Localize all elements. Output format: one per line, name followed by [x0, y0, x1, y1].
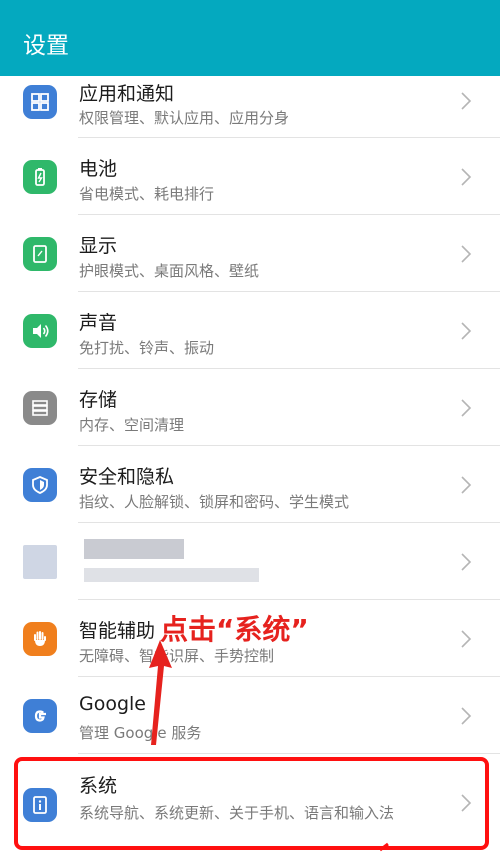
- item-title: 电池: [79, 158, 118, 180]
- page-title: 设置: [23, 33, 69, 59]
- chevron-right-icon: [458, 322, 474, 340]
- blurred-icon: [23, 545, 57, 579]
- highlight-stroke-mark: [379, 842, 389, 852]
- item-subtitle: 护眼模式、桌面风格、壁纸: [79, 262, 260, 280]
- blurred-title: [84, 539, 184, 559]
- battery-icon: [23, 160, 57, 194]
- chevron-right-icon: [458, 553, 474, 571]
- settings-item-storage[interactable]: 存储 内存、空间清理: [0, 369, 500, 446]
- item-title: 显示: [79, 235, 118, 257]
- settings-item-security[interactable]: 安全和隐私 指纹、人脸解锁、锁屏和密码、学生模式: [0, 446, 500, 523]
- settings-item-apps[interactable]: 应用和通知 权限管理、默认应用、应用分身: [0, 76, 500, 138]
- item-title: 智能辅助: [79, 620, 156, 642]
- apps-grid-icon: [23, 85, 57, 119]
- item-subtitle: 免打扰、铃声、振动: [79, 339, 215, 357]
- settings-list: 应用和通知 权限管理、默认应用、应用分身 电池 省电模式、耗电排行 显示 护眼模…: [0, 76, 500, 854]
- chevron-right-icon: [458, 399, 474, 417]
- item-title: 安全和隐私: [79, 466, 175, 488]
- annotation-label: 点击“系统”: [160, 613, 309, 646]
- settings-item-sound[interactable]: 声音 免打扰、铃声、振动: [0, 292, 500, 369]
- blurred-subtitle: [84, 568, 259, 582]
- settings-item-battery[interactable]: 电池 省电模式、耗电排行: [0, 138, 500, 215]
- chevron-right-icon: [458, 476, 474, 494]
- app-header: 设置: [0, 0, 500, 76]
- chevron-right-icon: [458, 630, 474, 648]
- item-title: 存储: [79, 389, 118, 411]
- annotation-arrow-icon: [149, 640, 172, 745]
- item-title: 声音: [79, 312, 118, 334]
- settings-item-blurred[interactable]: [0, 523, 500, 600]
- shield-icon: [23, 468, 57, 502]
- chevron-right-icon: [458, 92, 474, 110]
- chevron-right-icon: [458, 707, 474, 725]
- display-icon: [23, 237, 57, 271]
- item-title: Google: [79, 693, 147, 715]
- storage-icon: [23, 391, 57, 425]
- chevron-right-icon: [458, 245, 474, 263]
- item-subtitle: 省电模式、耗电排行: [79, 185, 215, 203]
- hand-icon: [23, 622, 57, 656]
- item-subtitle: 内存、空间清理: [79, 416, 185, 434]
- speaker-icon: [23, 314, 57, 348]
- item-title: 应用和通知: [79, 83, 175, 105]
- item-subtitle: 指纹、人脸解锁、锁屏和密码、学生模式: [79, 493, 350, 511]
- google-icon: [23, 699, 57, 733]
- chevron-right-icon: [458, 168, 474, 186]
- settings-item-google[interactable]: Google 管理 Google 服务: [0, 677, 500, 754]
- item-subtitle: 权限管理、默认应用、应用分身: [79, 109, 290, 127]
- settings-item-display[interactable]: 显示 护眼模式、桌面风格、壁纸: [0, 215, 500, 292]
